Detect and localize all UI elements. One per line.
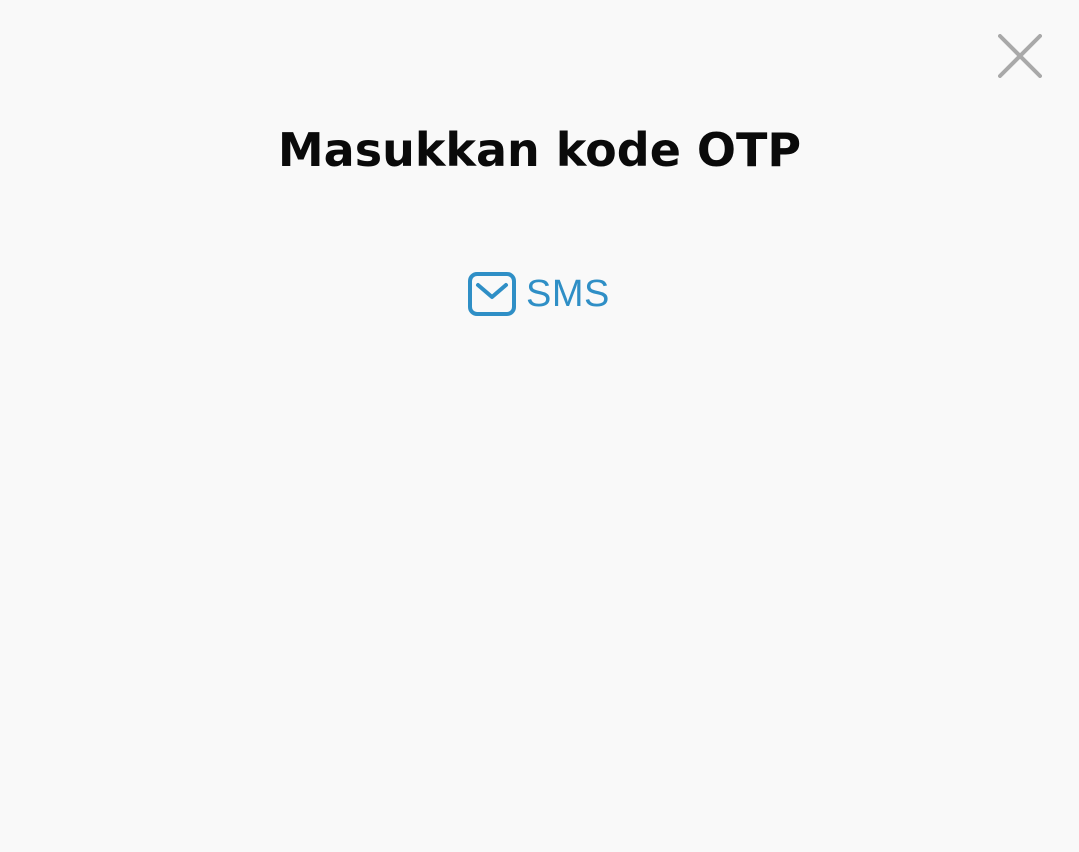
close-icon bbox=[998, 34, 1042, 78]
sms-method-button[interactable]: SMS bbox=[466, 268, 614, 320]
close-button[interactable] bbox=[992, 28, 1048, 84]
sms-method-label: SMS bbox=[526, 273, 610, 315]
otp-screen: Masukkan kode OTP SMS bbox=[0, 0, 1079, 852]
envelope-icon bbox=[466, 269, 518, 319]
page-title: Masukkan kode OTP bbox=[277, 123, 802, 177]
